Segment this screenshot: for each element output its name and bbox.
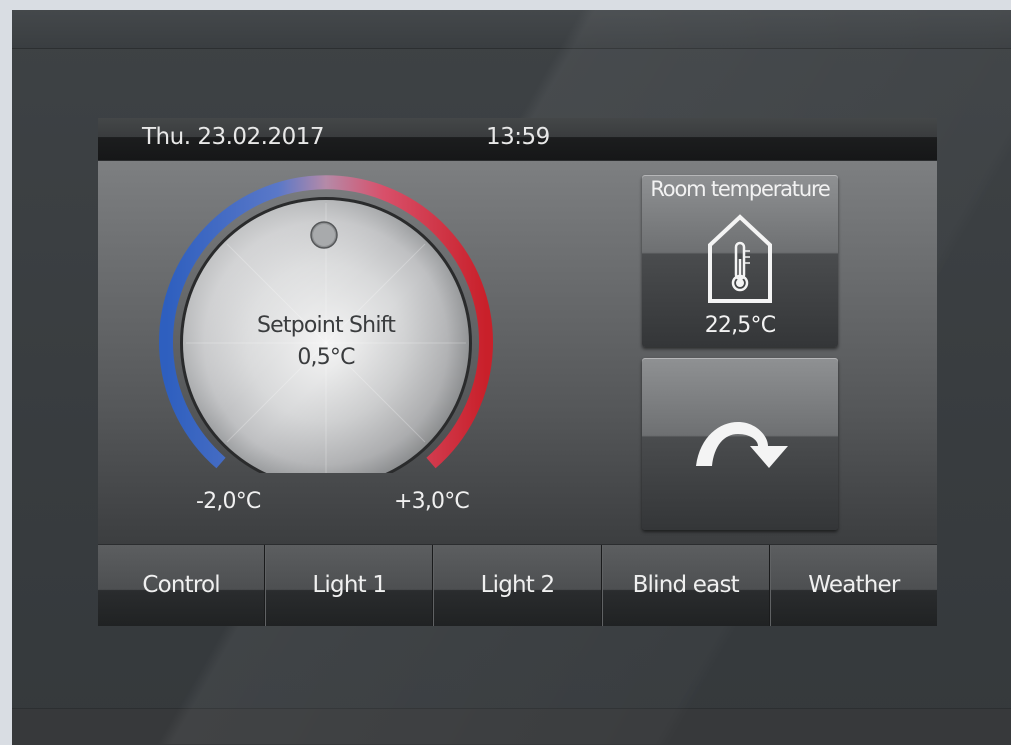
device-bottom-frame xyxy=(12,708,1011,745)
date-display: Thu. 23.02.2017 xyxy=(142,124,325,150)
setpoint-shift-dial[interactable]: Setpoint Shift 0,5°C xyxy=(156,173,496,473)
bottom-navigation: Control Light 1 Light 2 Blind east Weath… xyxy=(98,545,937,626)
house-thermometer-icon xyxy=(708,214,772,303)
status-bar: Thu. 23.02.2017 13:59 xyxy=(98,118,937,160)
room-temperature-value: 22,5°C xyxy=(704,313,776,338)
scene-tile[interactable] xyxy=(642,358,838,530)
nav-light-2[interactable]: Light 2 xyxy=(433,545,602,626)
nav-blind-east[interactable]: Blind east xyxy=(601,545,770,626)
display-screen: Thu. 23.02.2017 13:59 Setpoint Shift 0,5… xyxy=(98,118,937,626)
main-panel: Setpoint Shift 0,5°C -2,0°C +3,0°C Room … xyxy=(98,161,937,544)
range-max-label: +3,0°C xyxy=(394,489,470,514)
nav-control[interactable]: Control xyxy=(98,545,266,626)
setpoint-shift-label: Setpoint Shift xyxy=(256,313,396,338)
device-top-frame xyxy=(12,10,1011,49)
time-display: 13:59 xyxy=(486,124,550,150)
curved-arrow-icon xyxy=(696,422,788,468)
room-temperature-title: Room temperature xyxy=(650,177,830,201)
range-min-label: -2,0°C xyxy=(196,489,261,514)
room-temperature-tile[interactable]: Room temperature 22,5°C xyxy=(642,175,838,347)
nav-light-1[interactable]: Light 1 xyxy=(265,545,434,626)
setpoint-shift-value: 0,5°C xyxy=(297,345,355,370)
nav-weather[interactable]: Weather xyxy=(769,545,937,626)
